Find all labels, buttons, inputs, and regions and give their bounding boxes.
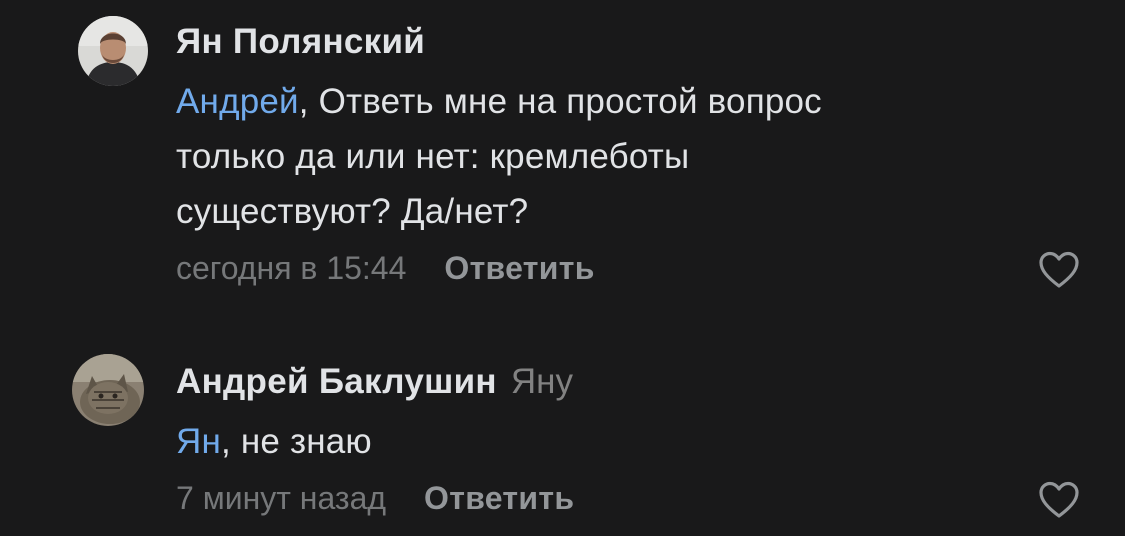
comment-item: Ян Полянский Андрей, Ответь мне на прост… — [0, 0, 1125, 310]
comment-header: Андрей Баклушин Яну — [176, 362, 573, 402]
avatar[interactable] — [78, 16, 148, 86]
comment-text-segment: , Ответь мне на простой вопрос — [298, 82, 822, 121]
comment-meta: сегодня в 15:44 Ответить — [176, 250, 595, 287]
timestamp: 7 минут назад — [176, 480, 387, 516]
man-photo-avatar-icon — [78, 16, 148, 86]
comment-text: Андрей, Ответь мне на простой вопрос тол… — [176, 74, 822, 239]
comment-header: Ян Полянский — [176, 22, 425, 62]
comment-text-line: существуют? Да/нет? — [176, 192, 529, 231]
heart-outline-icon — [1039, 251, 1079, 288]
comment-text: Ян, не знаю — [176, 414, 372, 469]
comment-text-line: Ян, не знаю — [176, 414, 372, 469]
reply-button[interactable]: Ответить — [444, 250, 594, 286]
author-name[interactable]: Андрей Баклушин — [176, 362, 497, 401]
cat-photo-avatar-icon — [72, 354, 144, 426]
comment-meta: 7 минут назад Ответить — [176, 480, 574, 517]
like-button[interactable] — [1037, 480, 1081, 520]
comment-text-line: Андрей, Ответь мне на простой вопрос — [176, 74, 822, 129]
mention-link[interactable]: Ян — [176, 422, 221, 461]
reply-button[interactable]: Ответить — [424, 480, 574, 516]
mention-link[interactable]: Андрей — [176, 82, 299, 121]
avatar[interactable] — [72, 354, 144, 426]
like-button[interactable] — [1037, 250, 1081, 290]
comment-text-segment: , не знаю — [221, 422, 372, 461]
timestamp: сегодня в 15:44 — [176, 250, 407, 286]
comment-text-line: только да или нет: кремлеботы — [176, 137, 690, 176]
comment-item: Андрей Баклушин Яну Ян, не знаю 7 минут н… — [0, 340, 1125, 536]
author-name[interactable]: Ян Полянский — [176, 22, 425, 61]
reply-to-label[interactable]: Яну — [511, 362, 573, 401]
heart-outline-icon — [1039, 481, 1079, 518]
